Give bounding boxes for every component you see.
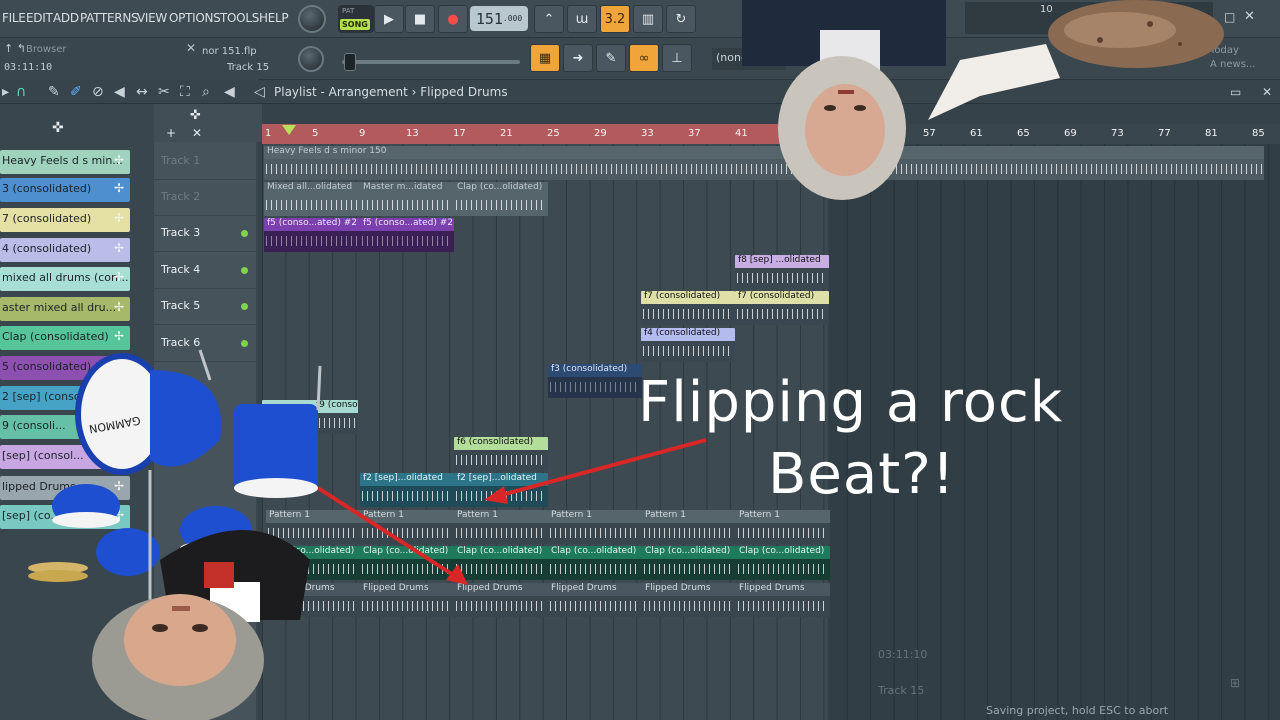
rock-and-hand bbox=[928, 0, 1224, 120]
caption-line-2: Beat?! bbox=[768, 442, 956, 507]
saving-status: Saving project, hold ESC to abort bbox=[986, 704, 1169, 717]
fl-studio-window: FILE EDIT ADD PATTERNS VIEW OPTIONS TOOL… bbox=[0, 0, 1280, 720]
ghost-track: Track 15 bbox=[878, 684, 925, 697]
grid-icon[interactable]: ⊞ bbox=[1230, 676, 1240, 690]
red-arrow-1-head bbox=[484, 486, 508, 504]
red-arrow-2 bbox=[316, 486, 460, 580]
caption-line-1: Flipping a rock bbox=[638, 370, 1064, 435]
red-arrow-1 bbox=[493, 438, 707, 499]
meme-overlay: GAMMON bbox=[28, 0, 1224, 720]
upside-down-portrait-top bbox=[742, 0, 946, 200]
ghost-time: 03:11:10 bbox=[878, 648, 928, 661]
